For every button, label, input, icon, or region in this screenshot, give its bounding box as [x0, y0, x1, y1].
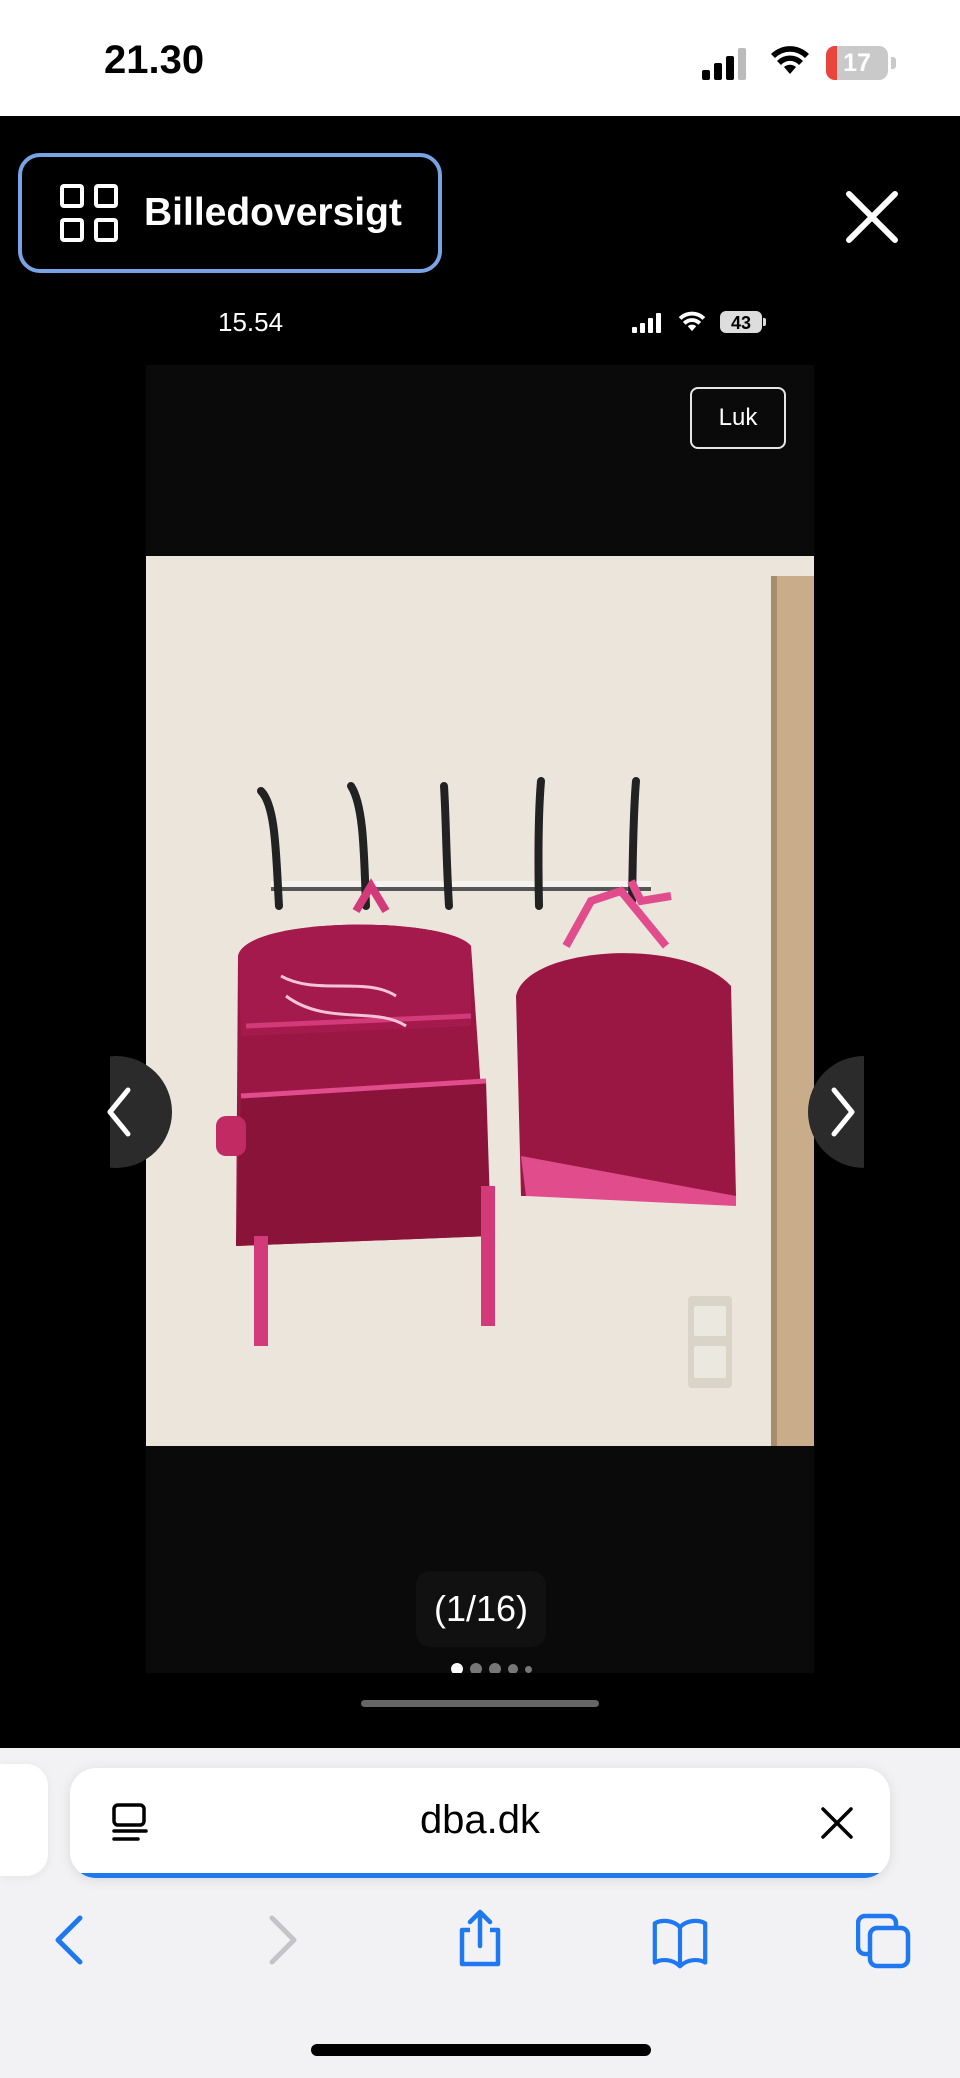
pagination-dot: [489, 1663, 501, 1673]
image-counter: (1/16): [416, 1571, 546, 1647]
pagination-dot: [508, 1664, 518, 1673]
share-icon[interactable]: [452, 1908, 508, 1968]
wifi-icon: [771, 46, 809, 74]
address-bar[interactable]: dba.dk: [70, 1768, 890, 1878]
browser-bottom-bar: dba.dk: [0, 1748, 960, 2078]
pagination-dot: [470, 1663, 482, 1673]
chevron-right-icon[interactable]: [788, 1056, 864, 1168]
tabs-icon[interactable]: [856, 1912, 912, 1972]
battery-level: 17: [843, 49, 871, 77]
status-bar: 21.30 17: [0, 0, 960, 116]
pagination-dot: [451, 1663, 463, 1673]
pagination-dot: [525, 1665, 532, 1673]
inner-status-bar: 15.54 43: [146, 293, 814, 365]
status-time: 21.30: [104, 38, 205, 82]
back-icon[interactable]: [44, 1910, 100, 1970]
image-gallery-overlay: Billedoversigt 15.54 43 Luk (1/16): [0, 116, 960, 1748]
page-load-progress: [70, 1873, 890, 1878]
home-indicator: [311, 2044, 651, 2056]
signal-icon: [702, 48, 746, 80]
inner-battery-level: 43: [730, 313, 752, 333]
grid-icon: [60, 184, 118, 242]
previous-tab-preview[interactable]: [0, 1764, 48, 1876]
image-overview-button[interactable]: Billedoversigt: [18, 153, 442, 273]
chevron-left-icon[interactable]: [96, 1056, 172, 1168]
inner-battery-icon: 43: [720, 311, 766, 335]
bookmarks-icon[interactable]: [652, 1912, 708, 1972]
listing-image-screenshot: 15.54 43 Luk (1/16): [146, 293, 814, 1673]
stop-loading-icon[interactable]: [820, 1806, 854, 1840]
inner-signal-icon: [632, 313, 661, 333]
close-icon[interactable]: [843, 188, 901, 246]
inner-home-indicator: [361, 1700, 599, 1707]
battery-icon: 17: [826, 46, 896, 80]
pagination-dots: [451, 1662, 551, 1673]
product-photo-bags: [146, 556, 814, 1446]
url-text: dba.dk: [419, 1798, 541, 1842]
inner-wifi-icon: [678, 311, 706, 332]
forward-icon[interactable]: [252, 1910, 308, 1970]
inner-status-time: 15.54: [218, 307, 284, 337]
image-overview-label: Billedoversigt: [144, 191, 402, 234]
close-button: Luk: [690, 387, 786, 449]
